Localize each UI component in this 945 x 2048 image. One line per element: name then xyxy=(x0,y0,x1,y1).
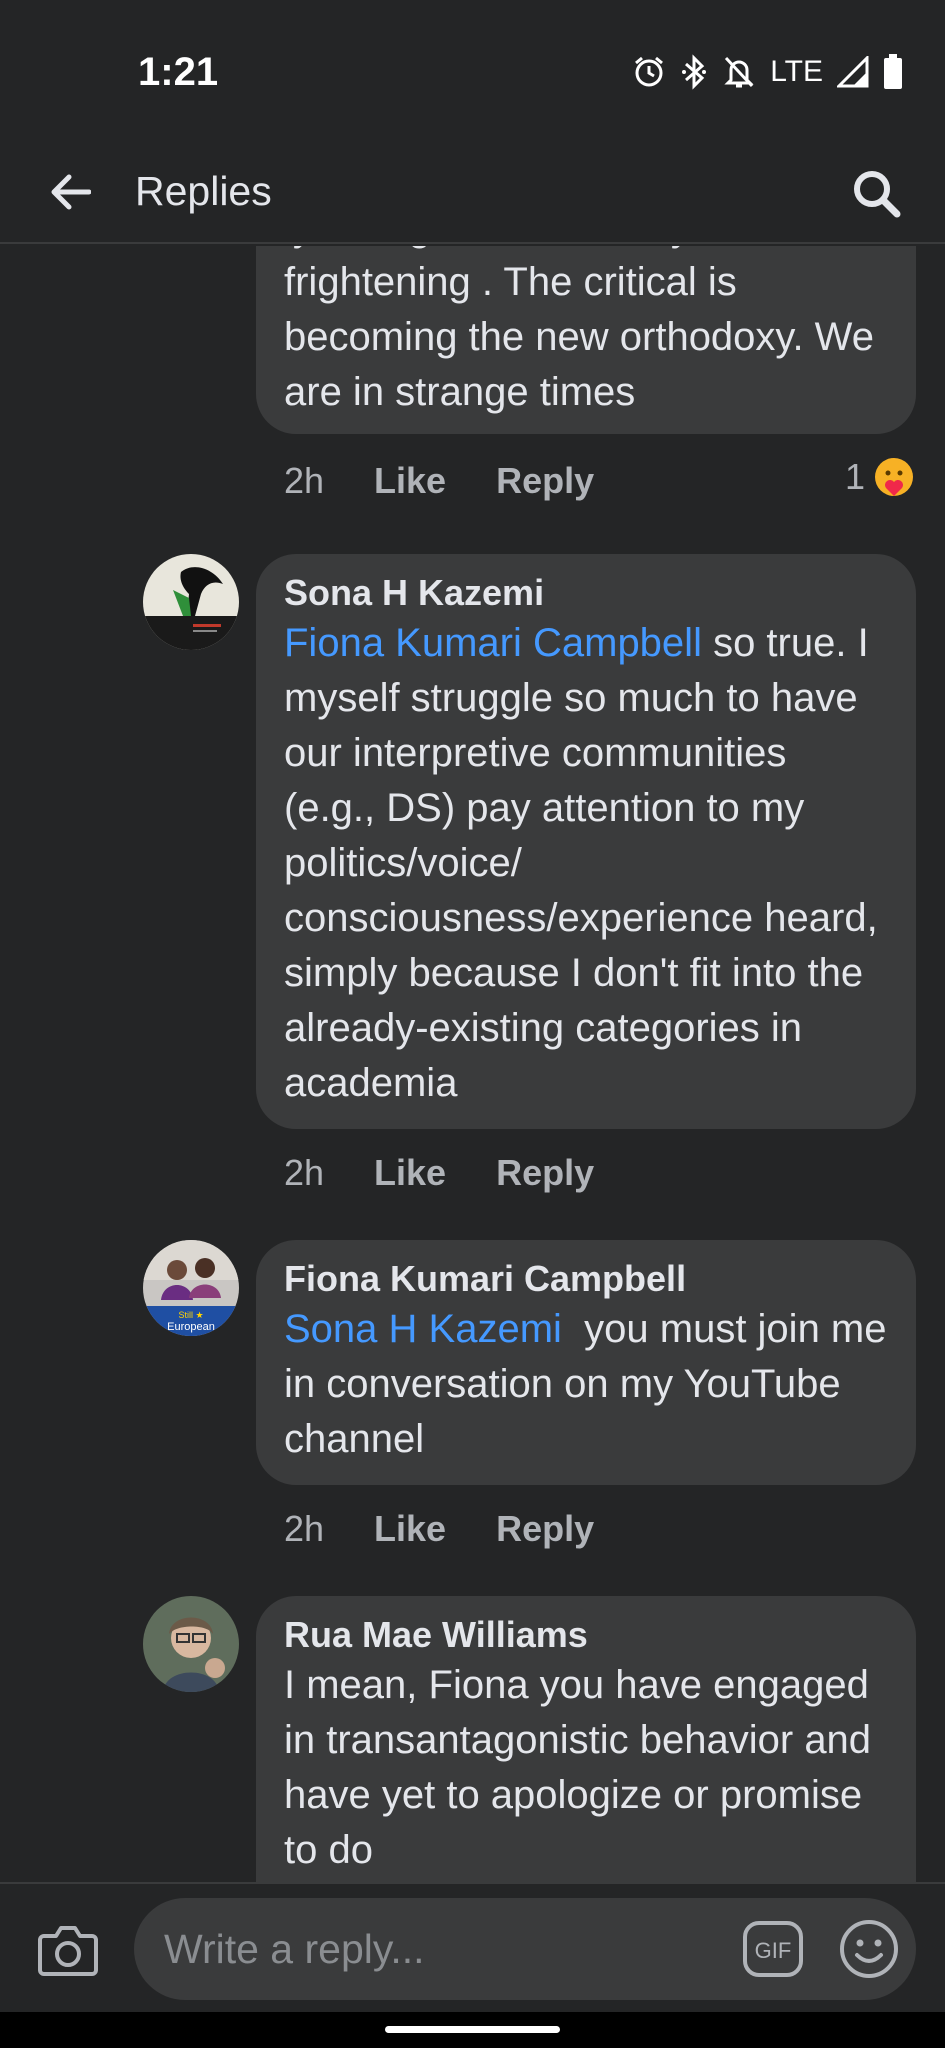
reply-composer: Write a reply... GIF xyxy=(0,1882,945,2012)
reply-placeholder: Write a reply... xyxy=(164,1926,425,1972)
camera-icon xyxy=(38,1926,98,1976)
comment-author[interactable]: Sona H Kazemi xyxy=(284,570,888,616)
emoji-icon xyxy=(840,1920,898,1978)
gif-button[interactable]: GIF xyxy=(742,1920,804,1978)
reply-input[interactable]: Write a reply... GIF xyxy=(134,1898,916,2000)
signal-icon xyxy=(837,56,869,88)
search-icon xyxy=(854,171,901,218)
replies-feed[interactable]: lynching which is really frightening . T… xyxy=(0,246,945,1882)
status-bar: 1:21 LTE xyxy=(0,0,945,140)
alarm-icon xyxy=(635,56,664,87)
comment-text: I mean, Fiona you have engaged in transa… xyxy=(284,1663,872,1872)
comment-bubble[interactable]: Rua Mae Williams I mean, Fiona you have … xyxy=(256,1596,916,1882)
comment-text: Fiona Kumari Campbell so true. I myself … xyxy=(284,616,888,1111)
like-button[interactable]: Like xyxy=(374,460,446,502)
comment-actions: 2h Like Reply xyxy=(284,456,644,506)
notifications-off-icon xyxy=(724,56,754,88)
battery-icon xyxy=(884,54,902,89)
status-icons: LTE xyxy=(632,52,903,92)
like-button[interactable]: Like xyxy=(374,1152,446,1194)
back-arrow-icon xyxy=(51,174,91,210)
care-reaction-icon xyxy=(875,458,913,496)
back-button[interactable] xyxy=(40,162,100,222)
avatar[interactable]: European Still ★ xyxy=(143,1240,239,1336)
reaction-count: 1 xyxy=(844,456,865,497)
system-nav-bar xyxy=(0,2012,945,2048)
comment-actions: 2h Like Reply xyxy=(284,1504,644,1554)
comment-text: frightening . The critical is becoming t… xyxy=(284,260,874,414)
mention-link[interactable]: Sona H Kazemi xyxy=(284,1307,562,1351)
comment-text: Sona H Kazemi you must join me in conver… xyxy=(284,1302,888,1467)
comment-bubble[interactable]: lynching which is really frightening . T… xyxy=(256,246,916,434)
reply-button[interactable]: Reply xyxy=(496,1152,594,1194)
search-button[interactable] xyxy=(841,158,911,228)
comment-partial-line: lynching which is really xyxy=(284,246,888,255)
reaction-summary[interactable]: 1 xyxy=(845,456,915,498)
page-title: Replies xyxy=(135,168,272,214)
reply-button[interactable]: Reply xyxy=(496,460,594,502)
svg-text:European: European xyxy=(167,1321,215,1333)
svg-text:Still ★: Still ★ xyxy=(178,1310,203,1320)
comment-author[interactable]: Fiona Kumari Campbell xyxy=(284,1256,888,1302)
status-time: 1:21 xyxy=(138,50,219,94)
like-button[interactable]: Like xyxy=(374,1508,446,1550)
gif-label: GIF xyxy=(755,1938,792,1963)
comment-time: 2h xyxy=(284,1152,325,1193)
comment-bubble[interactable]: Fiona Kumari Campbell Sona H Kazemi you … xyxy=(256,1240,916,1485)
app-bar: Replies xyxy=(0,140,945,244)
avatar[interactable] xyxy=(143,1596,239,1692)
comment-time: 2h xyxy=(284,460,325,501)
home-indicator[interactable] xyxy=(385,2026,560,2033)
comment-author[interactable]: Rua Mae Williams xyxy=(284,1612,888,1658)
mention-link[interactable]: Fiona Kumari Campbell xyxy=(284,621,702,665)
comment-body: so true. I myself struggle so much to ha… xyxy=(284,621,878,1105)
network-type: LTE xyxy=(770,55,823,88)
gif-icon: GIF xyxy=(743,1921,803,1977)
emoji-button[interactable] xyxy=(838,1918,900,1980)
reply-button[interactable]: Reply xyxy=(496,1508,594,1550)
comment-time: 2h xyxy=(284,1508,325,1549)
comment-actions: 2h Like Reply xyxy=(284,1148,644,1198)
comment-bubble[interactable]: Sona H Kazemi Fiona Kumari Campbell so t… xyxy=(256,554,916,1129)
avatar[interactable] xyxy=(143,554,239,650)
camera-button[interactable] xyxy=(36,1918,100,1982)
bluetooth-icon xyxy=(682,54,707,90)
